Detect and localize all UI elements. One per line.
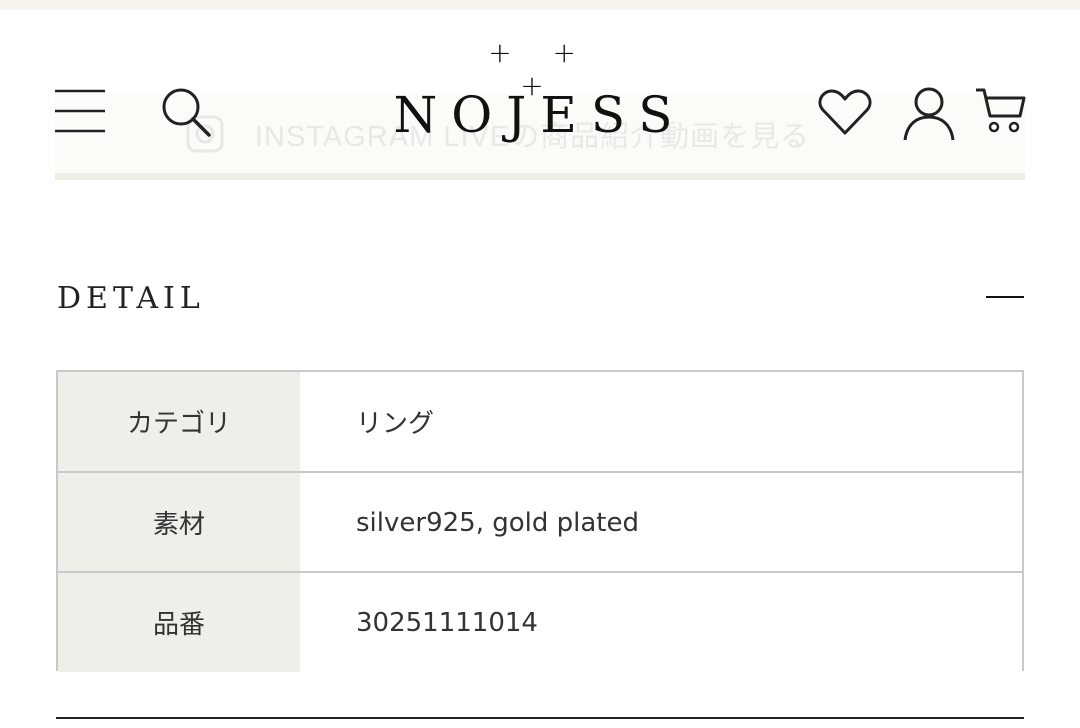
search-icon[interactable]: [160, 86, 212, 138]
site-header: + + + NOJESS: [0, 0, 1080, 180]
row-value: リング: [300, 372, 1022, 471]
collapse-minus-icon[interactable]: [986, 296, 1024, 298]
table-row: カテゴリ リング: [58, 372, 1022, 471]
user-icon[interactable]: [902, 86, 956, 142]
heart-icon[interactable]: [818, 88, 872, 136]
row-value: 30251111014: [300, 573, 1022, 672]
cart-icon[interactable]: [974, 86, 1026, 136]
row-label: カテゴリ: [58, 372, 300, 471]
detail-table: カテゴリ リング 素材 silver925, gold plated 品番 30…: [56, 370, 1024, 672]
row-label: 素材: [58, 473, 300, 572]
row-label: 品番: [58, 573, 300, 672]
table-row: 品番 30251111014: [58, 571, 1022, 672]
site-logo[interactable]: NOJESS: [370, 86, 710, 144]
menu-icon[interactable]: [55, 88, 105, 134]
page: INSTAGRAM LIVEの商品紹介動画を見る + + + NOJESS DE…: [0, 0, 1080, 728]
table-row: 素材 silver925, gold plated: [58, 471, 1022, 572]
detail-section-title[interactable]: DETAIL: [57, 281, 205, 316]
section-divider: [56, 717, 1024, 719]
row-value: silver925, gold plated: [300, 473, 1022, 572]
